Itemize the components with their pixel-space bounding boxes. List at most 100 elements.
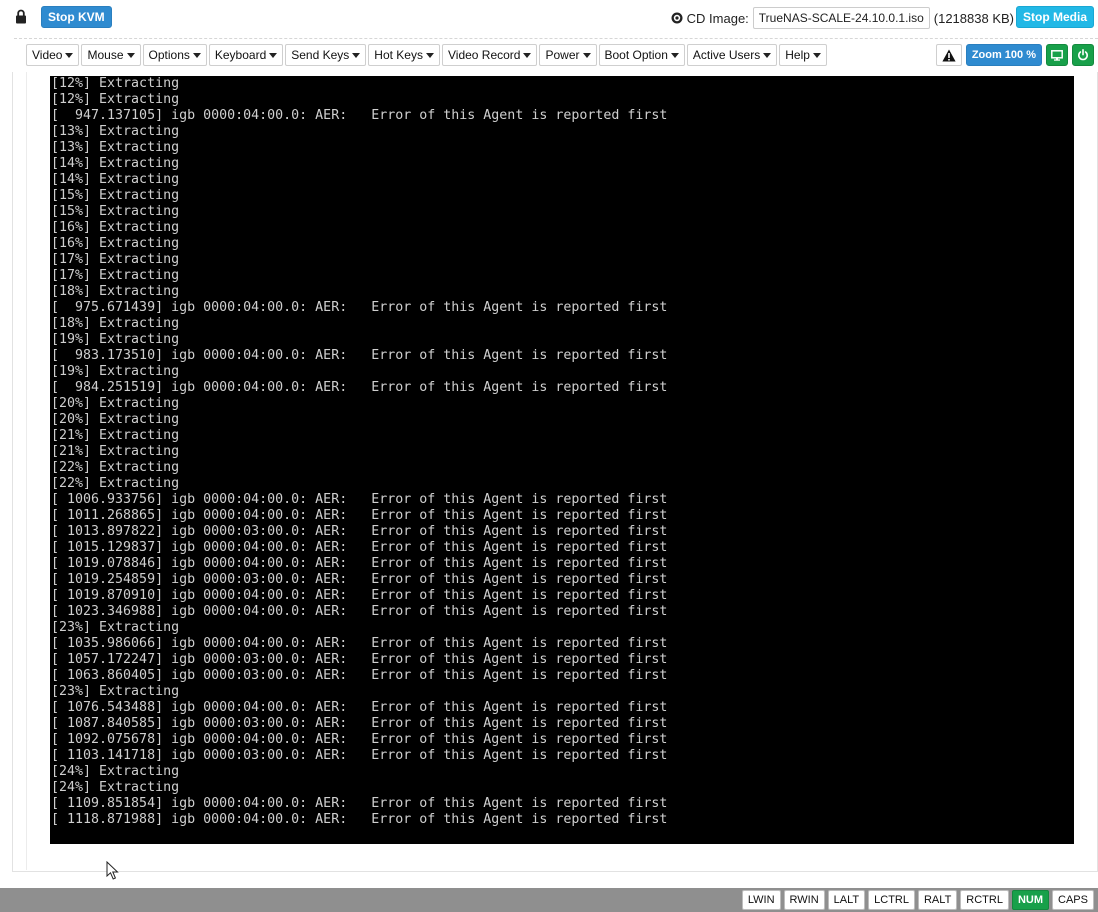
monitor-icon <box>1051 49 1063 61</box>
caret-down-icon <box>425 53 434 58</box>
console-line: [21%] Extracting <box>51 428 180 443</box>
console-line: [ 1109.851854] igb 0000:04:00.0: AER: Er… <box>51 796 668 811</box>
menu-label: Keyboard <box>214 48 267 62</box>
console-line: [ 1023.346988] igb 0000:04:00.0: AER: Er… <box>51 604 668 619</box>
warning-icon <box>942 49 956 61</box>
power-button[interactable] <box>1072 44 1094 66</box>
menu-options[interactable]: Options <box>142 44 207 66</box>
console-line: [23%] Extracting <box>51 620 180 635</box>
menu-label: Power <box>545 48 580 62</box>
console-line: [18%] Extracting <box>51 284 180 299</box>
console-line: [ 975.671439] igb 0000:04:00.0: AER: Err… <box>51 300 668 315</box>
console-line: [14%] Extracting <box>51 156 180 171</box>
console-line: [19%] Extracting <box>51 332 180 347</box>
stop-media-button[interactable]: Stop Media <box>1015 6 1094 28</box>
key-indicator-lwin[interactable]: LWIN <box>741 890 781 910</box>
console-line: [ 1063.860405] igb 0000:03:00.0: AER: Er… <box>51 668 668 683</box>
menu-label: Hot Keys <box>374 48 423 62</box>
kvm-menu-bar: Video Mouse Options Keyboard Send Keys H… <box>26 44 827 66</box>
menu-label: Active Users <box>692 48 761 62</box>
cd-image-label: CD Image: <box>686 10 749 26</box>
caret-down-icon <box>582 53 591 58</box>
console-line: [ 1092.075678] igb 0000:04:00.0: AER: Er… <box>51 732 668 747</box>
console-line: [15%] Extracting <box>51 204 180 219</box>
caret-down-icon <box>763 53 772 58</box>
cd-image-group: CD Image: TrueNAS-SCALE-24.10.0.1.iso (1… <box>671 7 1014 29</box>
menu-hot-keys[interactable]: Hot Keys <box>368 44 440 66</box>
console-line: [ 1015.129837] igb 0000:04:00.0: AER: Er… <box>51 540 668 555</box>
console-line: [21%] Extracting <box>51 444 180 459</box>
menu-video[interactable]: Video <box>26 44 80 66</box>
key-indicator-caps[interactable]: CAPS <box>1052 890 1094 910</box>
menu-keyboard[interactable]: Keyboard <box>208 44 284 66</box>
caret-down-icon <box>670 53 679 58</box>
key-indicator-lalt[interactable]: LALT <box>827 890 866 910</box>
lock-icon <box>16 9 26 24</box>
menu-mouse[interactable]: Mouse <box>81 44 141 66</box>
console-line: [ 1103.141718] igb 0000:03:00.0: AER: Er… <box>51 748 668 763</box>
menu-send-keys[interactable]: Send Keys <box>285 44 367 66</box>
console-line: [17%] Extracting <box>51 252 180 267</box>
power-icon <box>1078 49 1088 61</box>
cd-image-size: (1218838 KB) <box>933 10 1014 26</box>
cd-image-file-field[interactable]: TrueNAS-SCALE-24.10.0.1.iso <box>752 7 930 29</box>
console-line: [22%] Extracting <box>51 460 180 475</box>
menu-label: Options <box>148 48 190 62</box>
console-line: [12%] Extracting <box>51 92 180 107</box>
console-line: [20%] Extracting <box>51 412 180 427</box>
console-line: [20%] Extracting <box>51 396 180 411</box>
key-indicator-num[interactable]: NUM <box>1011 890 1050 910</box>
keyboard-lock-indicators: LWIN RWIN LALT LCTRL RALT RCTRL NUM CAPS <box>741 890 1094 910</box>
console-line: [ 1006.933756] igb 0000:04:00.0: AER: Er… <box>51 492 668 507</box>
key-indicator-ralt[interactable]: RALT <box>917 890 958 910</box>
remote-console-screen[interactable]: [12%] Extracting [12%] Extracting[ 947.13… <box>50 76 1074 844</box>
console-line: [15%] Extracting <box>51 188 180 203</box>
menu-label: Help <box>785 48 810 62</box>
console-line: [ 1019.870910] igb 0000:04:00.0: AER: Er… <box>51 588 668 603</box>
toolbar-divider <box>14 38 1098 39</box>
warning-button[interactable] <box>935 44 962 66</box>
console-line: [13%] Extracting <box>51 140 180 155</box>
console-line: [ 1035.986066] igb 0000:04:00.0: AER: Er… <box>51 636 668 651</box>
console-line: [ 1011.268865] igb 0000:04:00.0: AER: Er… <box>51 508 668 523</box>
menu-label: Boot Option <box>604 48 668 62</box>
console-line: [ 1019.254859] igb 0000:03:00.0: AER: Er… <box>51 572 668 587</box>
console-line: [24%] Extracting <box>51 780 180 795</box>
console-line: [18%] Extracting <box>51 316 180 331</box>
console-line: [13%] Extracting <box>51 124 180 139</box>
zoom-button[interactable]: Zoom 100 % <box>965 44 1042 66</box>
display-button[interactable] <box>1046 44 1068 66</box>
menu-power[interactable]: Power <box>539 44 597 66</box>
console-line: [ 1076.543488] igb 0000:04:00.0: AER: Er… <box>51 700 668 715</box>
menu-help[interactable]: Help <box>779 44 827 66</box>
console-line: [24%] Extracting <box>51 764 180 779</box>
console-line: [ 1019.078846] igb 0000:04:00.0: AER: Er… <box>51 556 668 571</box>
stop-kvm-button[interactable]: Stop KVM <box>41 6 112 28</box>
top-toolbar: Stop KVM CD Image: TrueNAS-SCALE-24.10.0… <box>0 0 1098 36</box>
caret-down-icon <box>812 53 821 58</box>
right-tools: Zoom 100 % <box>935 44 1094 66</box>
key-indicator-lctrl[interactable]: LCTRL <box>868 890 915 910</box>
caret-down-icon <box>65 53 74 58</box>
console-line: [19%] Extracting <box>51 364 180 379</box>
key-indicator-rwin[interactable]: RWIN <box>783 890 825 910</box>
console-line: [ 1118.871988] igb 0000:04:00.0: AER: Er… <box>51 812 668 827</box>
menu-label: Mouse <box>87 48 124 62</box>
console-line: [23%] Extracting <box>51 684 180 699</box>
console-line: [ 1013.897822] igb 0000:03:00.0: AER: Er… <box>51 524 668 539</box>
menu-active-users[interactable]: Active Users <box>686 44 778 66</box>
menu-label: Video <box>32 48 63 62</box>
console-line: [22%] Extracting <box>51 476 180 491</box>
menu-video-record[interactable]: Video Record <box>441 44 538 66</box>
console-line: [16%] Extracting <box>51 220 180 235</box>
menu-boot-option[interactable]: Boot Option <box>598 44 685 66</box>
caret-down-icon <box>269 53 278 58</box>
menu-label: Video Record <box>447 48 521 62</box>
menu-label: Send Keys <box>291 48 350 62</box>
viewer-inner-border <box>26 72 27 870</box>
console-line: [ 1057.172247] igb 0000:03:00.0: AER: Er… <box>51 652 668 667</box>
mouse-pointer-icon <box>106 861 119 880</box>
key-indicator-rctrl[interactable]: RCTRL <box>960 890 1009 910</box>
console-line: [ 984.251519] igb 0000:04:00.0: AER: Err… <box>51 380 668 395</box>
caret-down-icon <box>126 53 135 58</box>
